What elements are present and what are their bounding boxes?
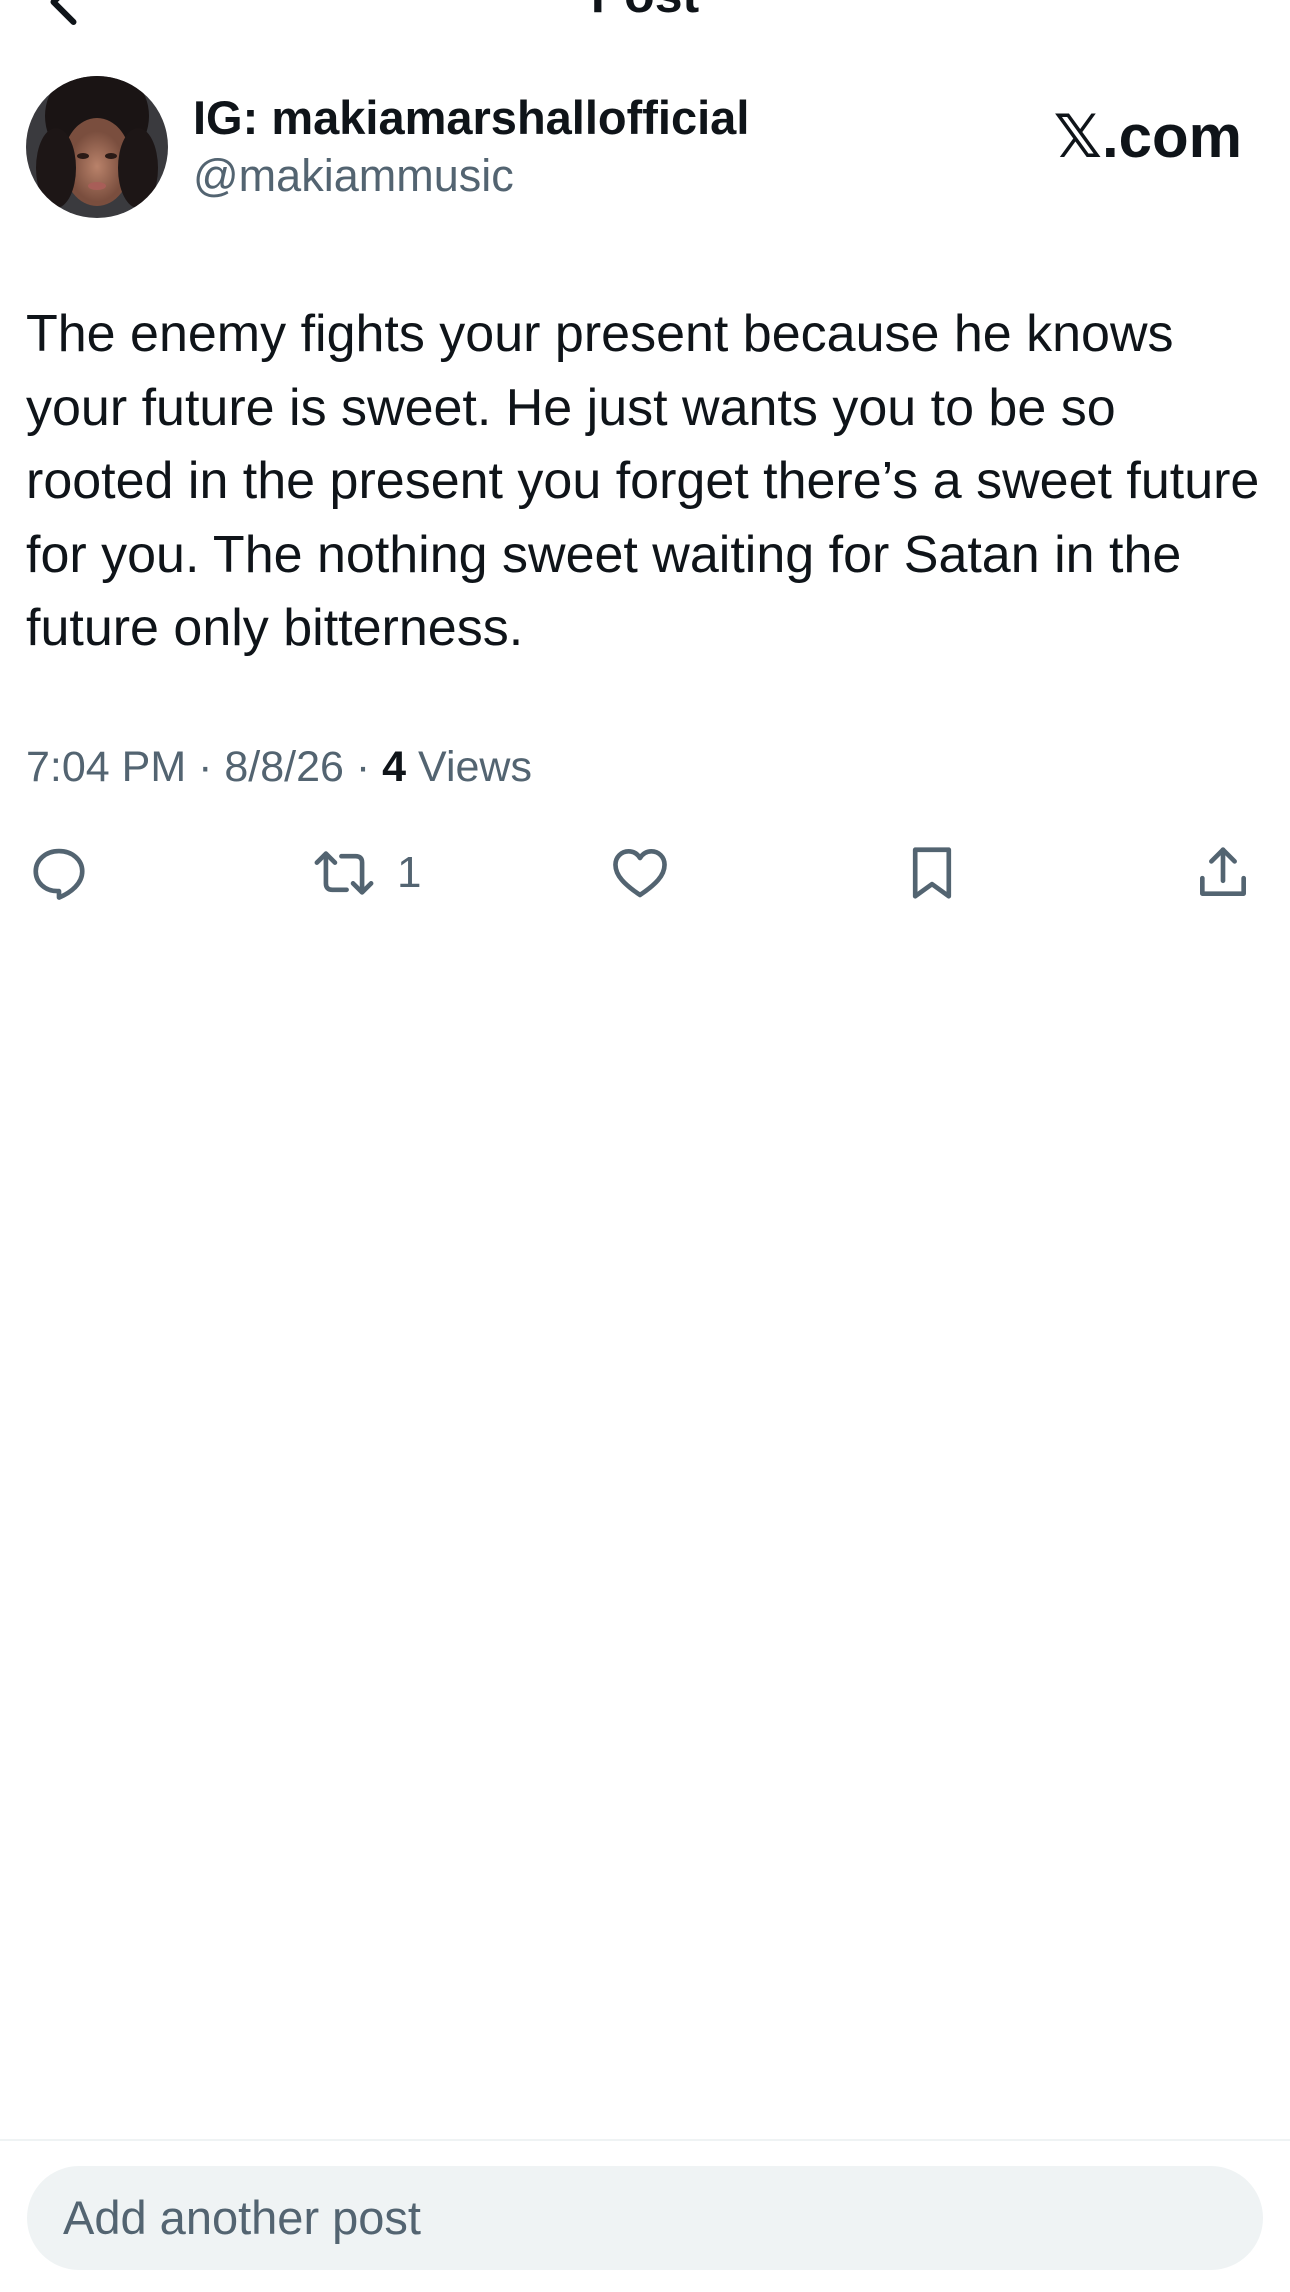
page-title: Post — [0, 0, 1290, 24]
share-icon — [1200, 847, 1246, 896]
bookmark-icon — [912, 847, 952, 899]
post-meta: 7:04 PM · 8/8/26 · 4 Views — [26, 743, 532, 792]
author-display-name[interactable]: IG: makiamarshallofficial — [193, 90, 749, 145]
views-label[interactable]: Views — [418, 743, 532, 791]
repost-icon — [314, 851, 374, 895]
add-post-input[interactable]: Add another post — [27, 2166, 1263, 2270]
share-button[interactable] — [1192, 840, 1254, 906]
post-time: 7:04 PM — [26, 743, 187, 791]
views-count[interactable]: 4 — [382, 743, 406, 791]
repost-count: 1 — [397, 848, 422, 897]
reply-icon — [33, 848, 85, 900]
post-date: 8/8/26 — [224, 743, 344, 791]
like-button[interactable] — [609, 840, 671, 906]
heart-icon — [613, 848, 667, 898]
reply-button[interactable] — [28, 840, 90, 906]
composer-divider — [0, 2139, 1290, 2141]
bookmark-button[interactable] — [901, 840, 963, 906]
brand-watermark: 𝕏.com — [1053, 103, 1242, 170]
meta-separator: · — [198, 743, 213, 791]
avatar[interactable] — [26, 76, 168, 218]
repost-button[interactable]: 1 — [313, 840, 421, 906]
action-bar: 1 — [0, 840, 1290, 906]
top-navigation: Post — [0, 0, 1290, 25]
post-detail-screen: Post IG: makiamarshallofficial @makiammu… — [0, 0, 1290, 2292]
author-handle[interactable]: @makiammusic — [193, 150, 514, 202]
post-text: The enemy fights your present because he… — [26, 305, 1260, 657]
meta-separator: · — [355, 743, 371, 791]
